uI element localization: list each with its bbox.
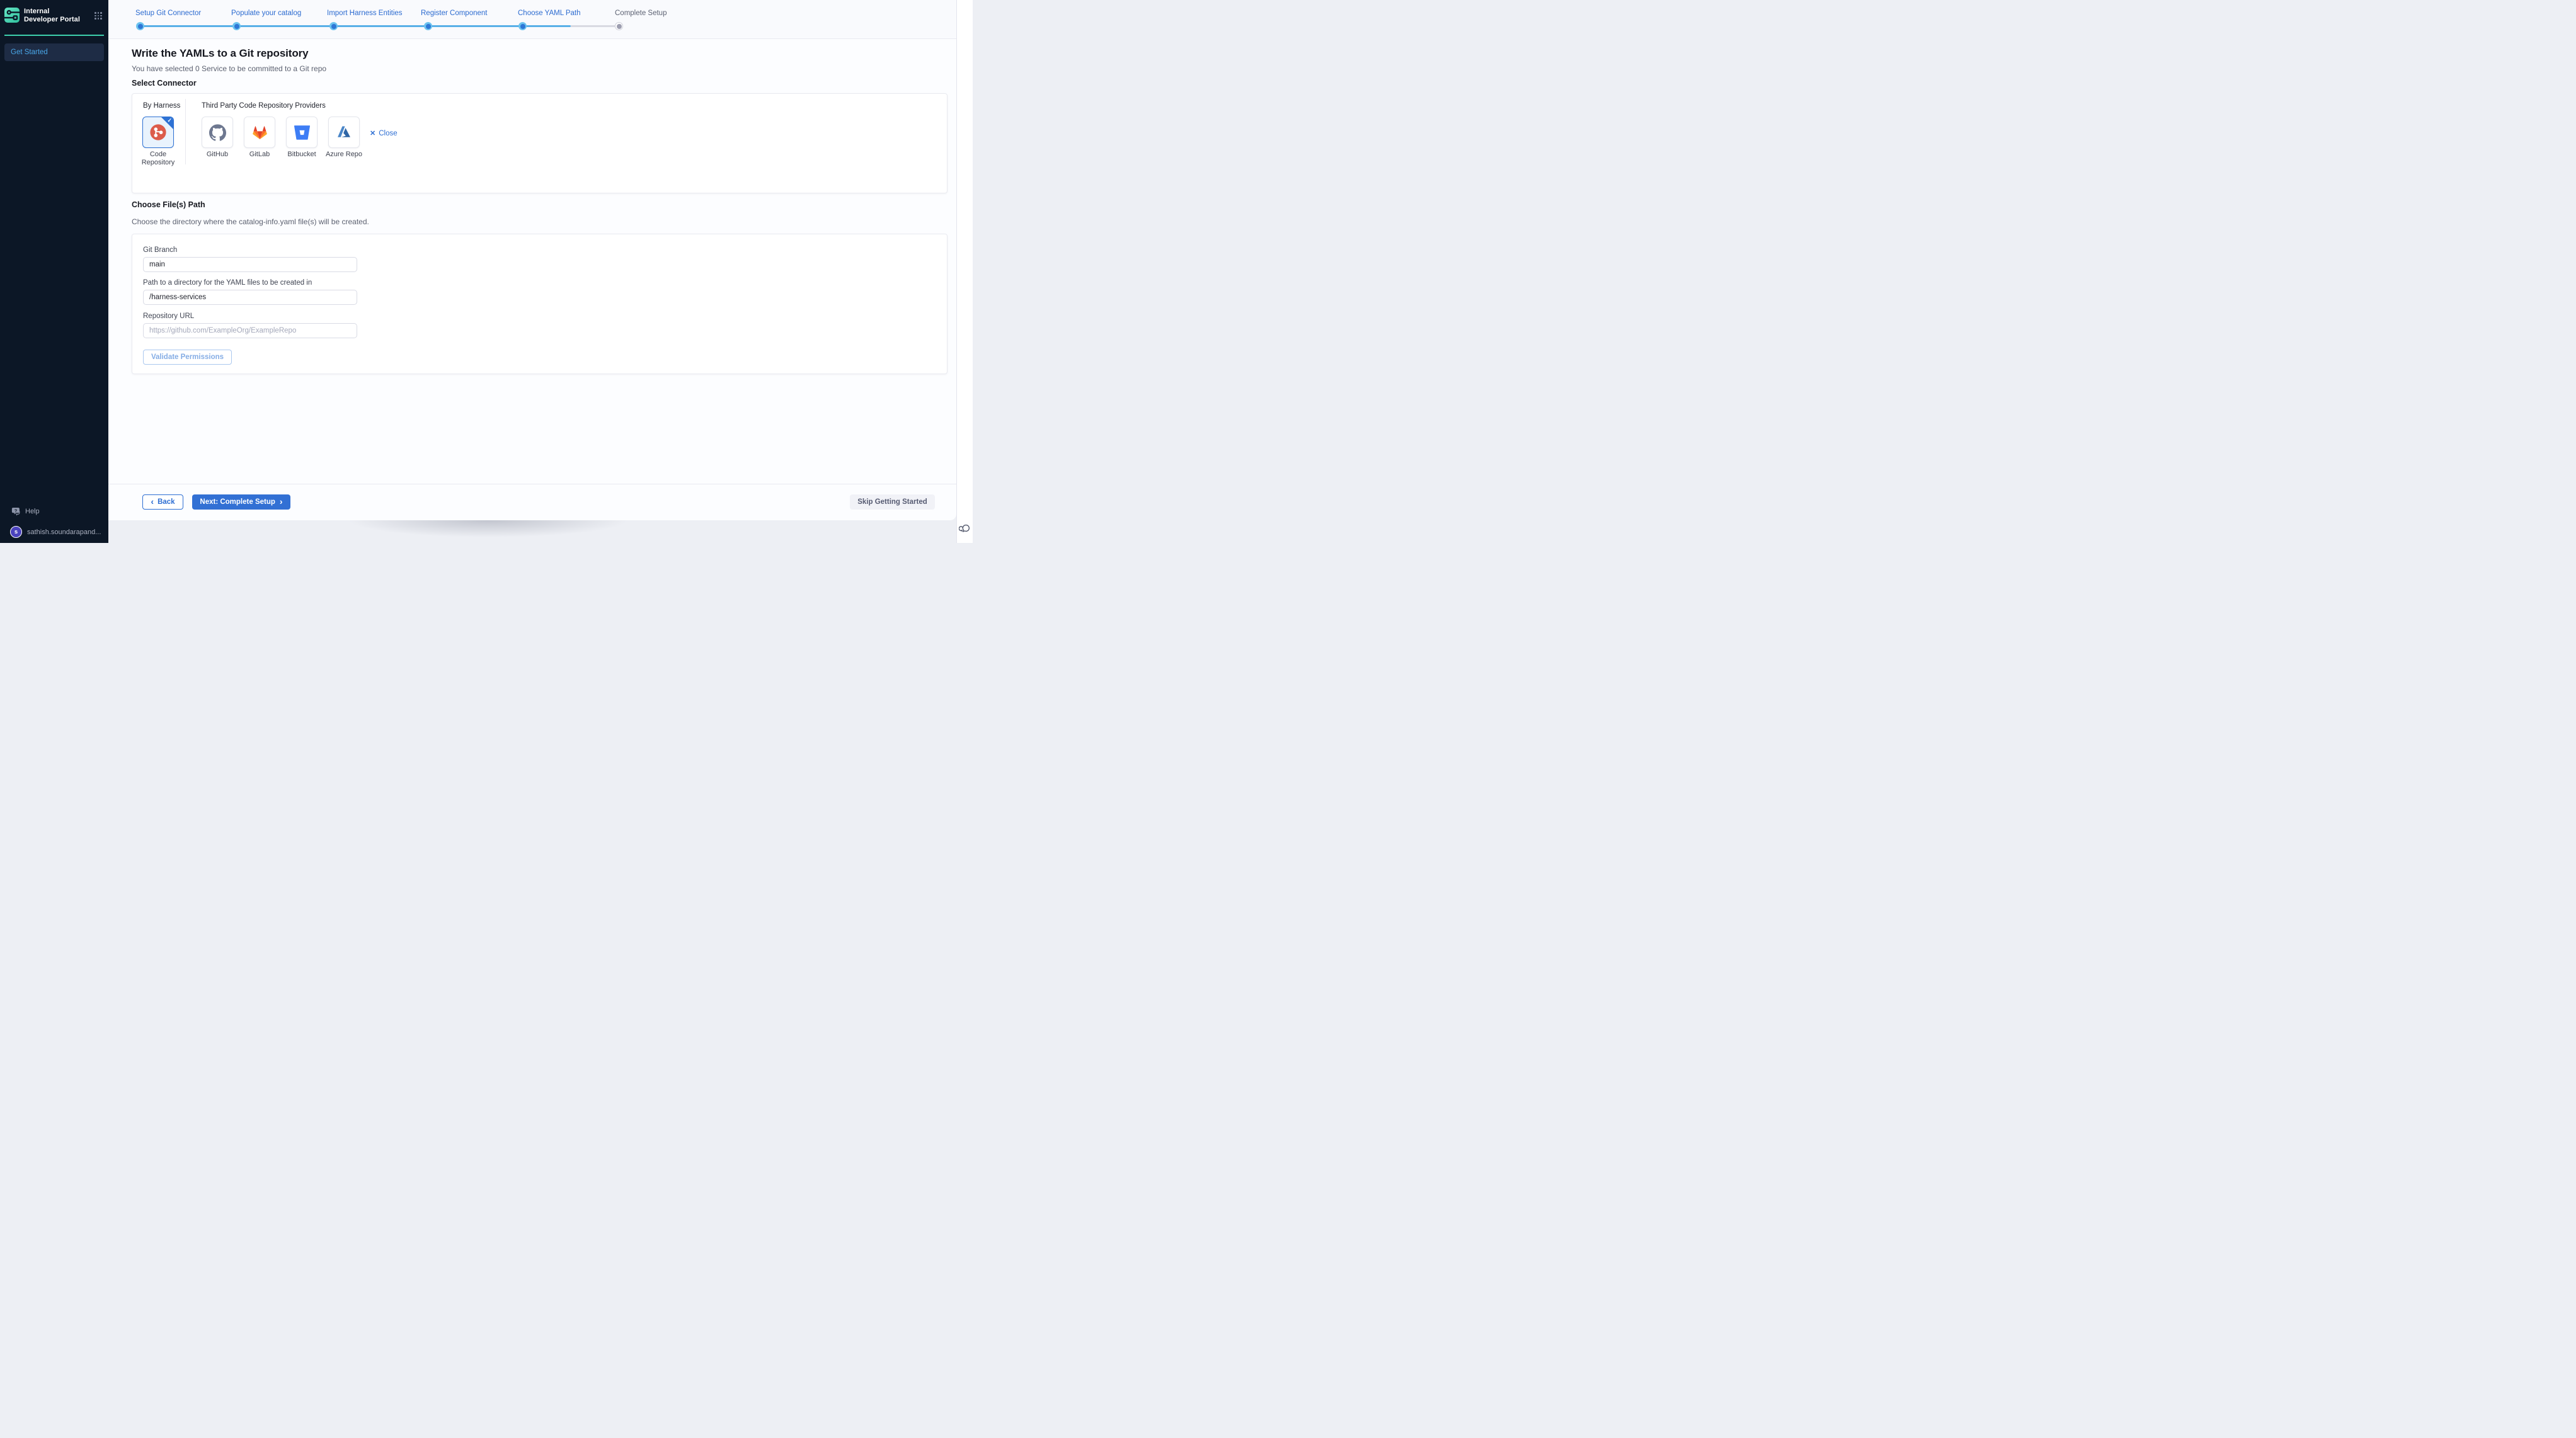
step-dot-2[interactable]	[232, 22, 241, 30]
wizard-footer: ‹ Back Next: Complete Setup › Skip Getti…	[108, 484, 956, 520]
app-title: Internal Developer Portal	[24, 8, 82, 23]
scrollbar-gutter	[956, 0, 973, 543]
step-dot-4[interactable]	[424, 22, 432, 30]
step-complete-setup: Complete Setup	[615, 9, 667, 17]
git-branch-label: Git Branch	[143, 246, 177, 254]
git-branch-input[interactable]	[143, 257, 357, 272]
user-name: sathish.soundarapand...	[27, 528, 101, 536]
user-menu[interactable]: s sathish.soundarapand...	[10, 526, 108, 538]
validate-permissions-button[interactable]: Validate Permissions	[143, 350, 232, 365]
help-chat-icon: ?	[11, 506, 21, 516]
support-chat-icon[interactable]	[959, 523, 971, 538]
next-complete-setup-button[interactable]: Next: Complete Setup ›	[192, 494, 290, 510]
step-choose-yaml-path[interactable]: Choose YAML Path	[518, 9, 581, 17]
code-repository-git-icon	[149, 123, 167, 141]
sidebar-item-get-started[interactable]: Get Started	[4, 43, 104, 61]
yaml-dir-label: Path to a directory for the YAML files t…	[143, 279, 312, 287]
step-dot-5[interactable]	[518, 22, 527, 30]
apps-grid-icon[interactable]	[94, 12, 102, 20]
content-panel: Write the YAMLs to a Git repository You …	[108, 39, 956, 520]
stepper-remaining-line	[571, 25, 619, 27]
select-connector-heading: Select Connector	[132, 79, 197, 88]
harness-idp-logo-icon	[4, 8, 20, 23]
tile-label-azure-repo: Azure Repo	[319, 151, 369, 159]
step-populate-your-catalog[interactable]: Populate your catalog	[231, 9, 301, 17]
sidebar-header: Internal Developer Portal	[0, 0, 108, 23]
azure-repo-icon	[336, 124, 352, 140]
page-title: Write the YAMLs to a Git repository	[132, 47, 309, 60]
back-button[interactable]: ‹ Back	[142, 494, 183, 510]
step-setup-git-connector[interactable]: Setup Git Connector	[135, 9, 201, 17]
close-icon: ✕	[370, 129, 375, 137]
user-avatar: s	[10, 526, 22, 538]
chevron-right-icon: ›	[280, 497, 283, 506]
github-icon	[209, 124, 226, 141]
close-label: Close	[379, 130, 397, 137]
svg-text:?: ?	[14, 508, 18, 513]
step-dot-1[interactable]	[136, 22, 144, 30]
step-dot-6	[615, 22, 623, 30]
sidebar: Internal Developer Portal Get Started ? …	[0, 0, 108, 543]
connector-card: By Harness ✓ Code Repository Third Party…	[132, 93, 947, 193]
tile-bitbucket[interactable]	[286, 117, 318, 148]
stepper-progress-line	[140, 25, 571, 27]
help-button[interactable]: ? Help	[11, 506, 108, 516]
gitlab-icon	[251, 124, 268, 141]
step-register-component[interactable]: Register Component	[421, 9, 487, 17]
tile-code-repository[interactable]: ✓	[142, 117, 174, 148]
third-party-label: Third Party Code Repository Providers	[202, 102, 326, 110]
check-icon: ✓	[167, 117, 172, 124]
section-divider	[185, 99, 186, 164]
help-label: Help	[25, 508, 40, 515]
choose-files-path-description: Choose the directory where the catalog-i…	[132, 217, 369, 226]
main-area: Setup Git Connector Populate your catalo…	[108, 0, 956, 543]
tile-github[interactable]	[202, 117, 233, 148]
bitbucket-icon	[294, 125, 310, 140]
setup-stepper: Setup Git Connector Populate your catalo…	[108, 0, 956, 39]
close-connector-button[interactable]: ✕ Close	[370, 129, 398, 137]
page-subtitle: You have selected 0 Service to be commit…	[132, 64, 326, 73]
repository-url-label: Repository URL	[143, 312, 194, 320]
by-harness-label: By Harness	[143, 102, 180, 110]
choose-files-path-heading: Choose File(s) Path	[132, 200, 205, 209]
repository-url-input[interactable]	[143, 323, 357, 338]
step-dot-3[interactable]	[329, 22, 338, 30]
chevron-left-icon: ‹	[151, 497, 154, 506]
tile-gitlab[interactable]	[244, 117, 275, 148]
tile-azure-repo[interactable]	[328, 117, 360, 148]
yaml-dir-input[interactable]	[143, 290, 357, 305]
tile-label-code-repository: Code Repository	[133, 151, 183, 167]
skip-getting-started-button[interactable]: Skip Getting Started	[850, 494, 935, 510]
file-path-card: Git Branch Path to a directory for the Y…	[132, 234, 947, 374]
sidebar-divider	[4, 35, 104, 36]
step-import-harness-entities[interactable]: Import Harness Entities	[327, 9, 403, 17]
